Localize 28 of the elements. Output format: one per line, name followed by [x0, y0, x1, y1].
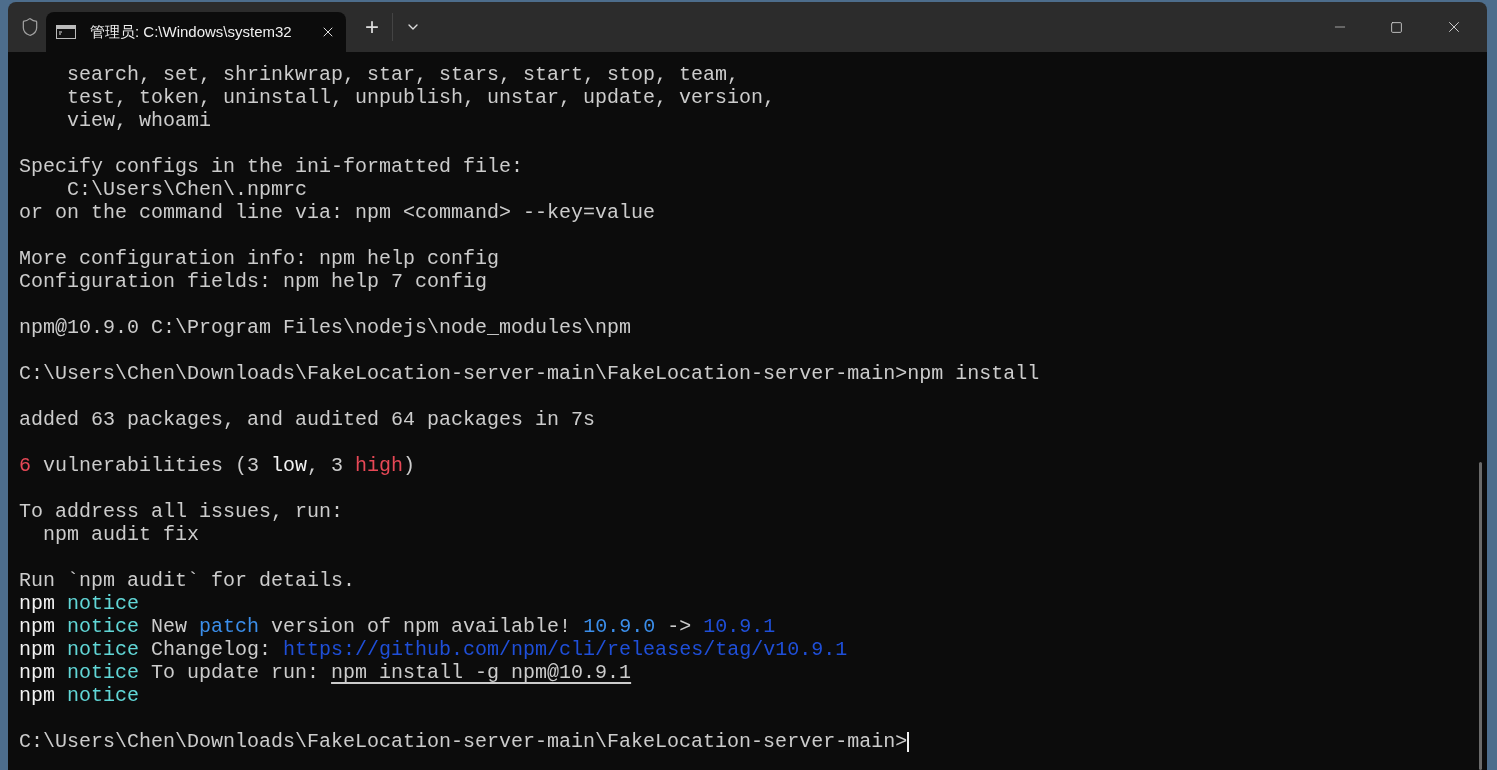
- terminal-line: npm notice Changelog: https://github.com/npm/cli/releases/tag/v10.9.1: [19, 638, 848, 661]
- terminal-line: search, set, shrinkwrap, star, stars, start, stop, team,: [66, 63, 740, 86]
- terminal-line: C:\Users\Chen\.npmrc: [66, 178, 308, 201]
- terminal-line: npm@10.9.0 C:\Program Files\nodejs\node_modules\npm: [19, 316, 632, 339]
- terminal-line: To address all issues, run:: [19, 500, 344, 523]
- terminal-line: npm audit fix: [42, 523, 200, 546]
- terminal-line: npm notice: [19, 592, 140, 615]
- shield-icon: [20, 17, 40, 37]
- terminal-line: view, whoami: [66, 109, 212, 132]
- console-icon: [56, 25, 76, 39]
- terminal-line: Specify configs in the ini-formatted file:: [19, 155, 524, 178]
- terminal-line: 6 vulnerabilities (3 low, 3 high): [19, 454, 416, 477]
- terminal-line: C:\Users\Chen\Downloads\FakeLocation-server-main\FakeLocation-server-main>: [19, 730, 908, 753]
- maximize-icon[interactable]: [1390, 20, 1403, 34]
- new-tab-button[interactable]: +: [360, 15, 384, 39]
- terminal-line: npm notice: [19, 684, 140, 707]
- terminal-line: npm notice To update run: npm install -g npm@10.9.1: [19, 661, 632, 684]
- terminal-line: C:\Users\Chen\Downloads\FakeLocation-server-main\FakeLocation-server-main>npm install: [19, 362, 1040, 385]
- terminal-line: Configuration fields: npm help 7 config: [19, 270, 488, 293]
- terminal-tab[interactable]: 管理员: C:\Windows\system32: [46, 12, 346, 52]
- terminal-line: added 63 packages, and audited 64 packages in 7s: [19, 408, 596, 431]
- terminal-line: test, token, uninstall, unpublish, unstar, update, version,: [66, 86, 776, 109]
- terminal-line: npm notice New patch version of npm available! 10.9.0 -> 10.9.1: [19, 615, 776, 638]
- tab-title: 管理员: C:\Windows\system32: [90, 21, 293, 42]
- terminal-line: or on the command line via: npm <command> --key=value: [19, 201, 656, 224]
- terminal-line: Run `npm audit` for details.: [19, 569, 356, 592]
- scroll-bar[interactable]: [1479, 462, 1482, 770]
- terminal-line: More configuration info: npm help config: [19, 247, 500, 270]
